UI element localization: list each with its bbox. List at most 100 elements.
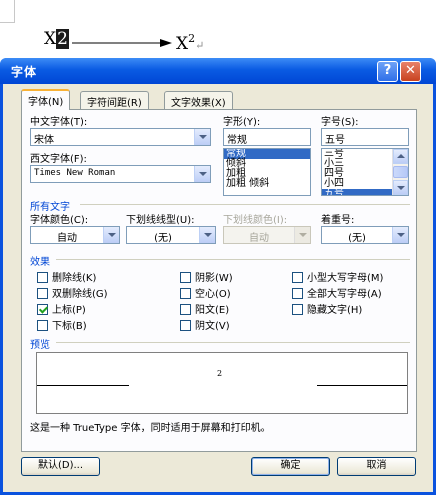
- font-size-label: 字号(S):: [321, 117, 359, 128]
- checkbox-box[interactable]: [292, 304, 303, 315]
- chevron-down-icon[interactable]: [194, 166, 210, 182]
- outline-checkbox[interactable]: 空心(O): [180, 285, 231, 300]
- checkbox-box[interactable]: [180, 304, 191, 315]
- font-size-input[interactable]: 五号: [321, 128, 409, 146]
- checkbox-box[interactable]: [37, 288, 48, 299]
- tab-character-spacing[interactable]: 字符间距(R): [80, 91, 149, 109]
- checkbox-box[interactable]: [37, 272, 48, 283]
- preview-baseline: [317, 385, 407, 386]
- checkbox-label: 阳文(E): [195, 305, 230, 316]
- font-color-value: 自动: [57, 233, 77, 244]
- checkmark-icon[interactable]: [37, 304, 48, 315]
- chevron-down-icon[interactable]: [392, 227, 408, 243]
- group-divider: [56, 342, 410, 343]
- document-area: X2 X2↵: [0, 0, 436, 58]
- underline-style-label: 下划线线型(U):: [126, 215, 195, 226]
- all-caps-checkbox[interactable]: 全部大写字母(A): [292, 285, 382, 300]
- underline-color-label: 下划线颜色(I):: [223, 215, 288, 226]
- checkbox-box[interactable]: [37, 320, 48, 331]
- emphasis-mark-combo[interactable]: (无): [321, 226, 409, 244]
- checkbox-box[interactable]: [180, 288, 191, 299]
- preview-baseline: [37, 385, 129, 386]
- list-item[interactable]: 加粗 倾斜: [224, 179, 310, 189]
- document-text-subscript-example[interactable]: X2: [44, 28, 69, 50]
- west-font-value: Times New Roman: [34, 168, 116, 178]
- checkbox-label: 全部大写字母(A): [307, 289, 382, 300]
- shadow-checkbox[interactable]: 阴影(W): [180, 269, 233, 284]
- checkbox-label: 双删除线(G): [52, 289, 108, 300]
- font-style-value: 常规: [227, 135, 247, 146]
- emphasis-mark-value: (无): [348, 233, 366, 244]
- scroll-thumb[interactable]: [393, 166, 408, 178]
- dialog-body: 字体(N) 字符间距(R) 文字效果(X) 中文字体(T): 宋体 西文字体(F…: [3, 84, 433, 492]
- group-divider: [56, 259, 410, 260]
- subscript-checkbox[interactable]: 下标(B): [37, 317, 87, 332]
- checkbox-label: 隐藏文字(H): [307, 305, 363, 316]
- cancel-button[interactable]: 取消: [337, 457, 416, 476]
- paragraph-mark-icon: ↵: [195, 39, 205, 52]
- checkbox-box[interactable]: [292, 272, 303, 283]
- font-color-combo[interactable]: 自动: [30, 226, 120, 244]
- preview-sample-text: 2: [217, 369, 223, 378]
- preview-box: 2: [36, 352, 408, 414]
- checkbox-label: 删除线(K): [52, 273, 97, 284]
- cn-font-label: 中文字体(T):: [30, 117, 88, 128]
- group-divider: [80, 204, 410, 205]
- checkbox-box[interactable]: [292, 288, 303, 299]
- dialog-title: 字体: [11, 65, 38, 79]
- doc-base-char: X: [176, 34, 189, 54]
- font-info-note: 这是一种 TrueType 字体，同时适用于屏幕和打印机。: [30, 423, 271, 434]
- emboss-checkbox[interactable]: 阳文(E): [180, 301, 230, 316]
- cn-font-combo[interactable]: 宋体: [30, 128, 211, 146]
- chevron-down-icon[interactable]: [199, 227, 215, 243]
- list-item[interactable]: 五号: [322, 189, 392, 195]
- font-style-label: 字形(Y):: [223, 117, 261, 128]
- doc-base-char: X: [44, 29, 57, 49]
- hidden-text-checkbox[interactable]: 隐藏文字(H): [292, 301, 363, 316]
- west-font-label: 西文字体(F):: [30, 154, 87, 165]
- font-size-scrollbar[interactable]: [392, 149, 408, 195]
- dialog-title-bar[interactable]: 字体 ? ✕: [0, 58, 436, 84]
- checkbox-label: 小型大写字母(M): [307, 273, 384, 284]
- default-button[interactable]: 默认(D)...: [21, 457, 100, 476]
- emphasis-mark-label: 着重号:: [321, 215, 355, 226]
- tab-text-effects[interactable]: 文字效果(X): [164, 91, 233, 109]
- tab-font[interactable]: 字体(N): [21, 89, 71, 110]
- arrow-right-icon: [72, 39, 172, 47]
- underline-color-value: 自动: [249, 233, 269, 244]
- scroll-down-icon[interactable]: [393, 180, 408, 195]
- double-strikethrough-checkbox[interactable]: 双删除线(G): [37, 285, 108, 300]
- font-size-list[interactable]: 三号 小三 四号 小四 五号: [321, 148, 409, 196]
- underline-color-combo: 自动: [223, 226, 311, 244]
- checkbox-label: 阴文(V): [195, 321, 230, 332]
- font-tab-panel: 中文字体(T): 宋体 西文字体(F): Times New Roman 字形(…: [21, 109, 417, 452]
- font-style-list[interactable]: 常规 倾斜 加粗 加粗 倾斜: [223, 148, 311, 196]
- document-text-superscript-example[interactable]: X2↵: [176, 28, 204, 57]
- underline-style-combo[interactable]: (无): [126, 226, 216, 244]
- effects-group-title: 效果: [30, 257, 50, 268]
- ok-button[interactable]: 确定: [251, 457, 330, 476]
- page-corner-mark: [0, 22, 15, 23]
- font-dialog: 字体 ? ✕ 字体(N) 字符间距(R) 文字效果(X) 中文字体(T): 宋体…: [0, 58, 436, 495]
- font-style-input[interactable]: 常规: [223, 128, 311, 146]
- checkbox-box[interactable]: [180, 320, 191, 331]
- help-button[interactable]: ?: [377, 61, 398, 82]
- font-size-value: 五号: [325, 135, 345, 146]
- close-button[interactable]: ✕: [400, 61, 421, 82]
- scroll-up-icon[interactable]: [393, 149, 408, 164]
- small-caps-checkbox[interactable]: 小型大写字母(M): [292, 269, 384, 284]
- west-font-combo[interactable]: Times New Roman: [30, 165, 211, 183]
- cn-font-value: 宋体: [34, 135, 54, 146]
- chevron-down-icon[interactable]: [194, 129, 210, 145]
- checkbox-label: 下标(B): [52, 321, 87, 332]
- preview-group-title: 预览: [30, 340, 50, 351]
- font-color-label: 字体颜色(C):: [30, 215, 89, 226]
- superscript-checkbox[interactable]: 上标(P): [37, 301, 86, 316]
- engrave-checkbox[interactable]: 阴文(V): [180, 317, 230, 332]
- chevron-down-icon[interactable]: [103, 227, 119, 243]
- chevron-down-icon: [294, 227, 310, 243]
- checkbox-box[interactable]: [180, 272, 191, 283]
- doc-selected-char[interactable]: 2: [56, 29, 69, 49]
- strikethrough-checkbox[interactable]: 删除线(K): [37, 269, 97, 284]
- page-corner-mark: [14, 0, 15, 22]
